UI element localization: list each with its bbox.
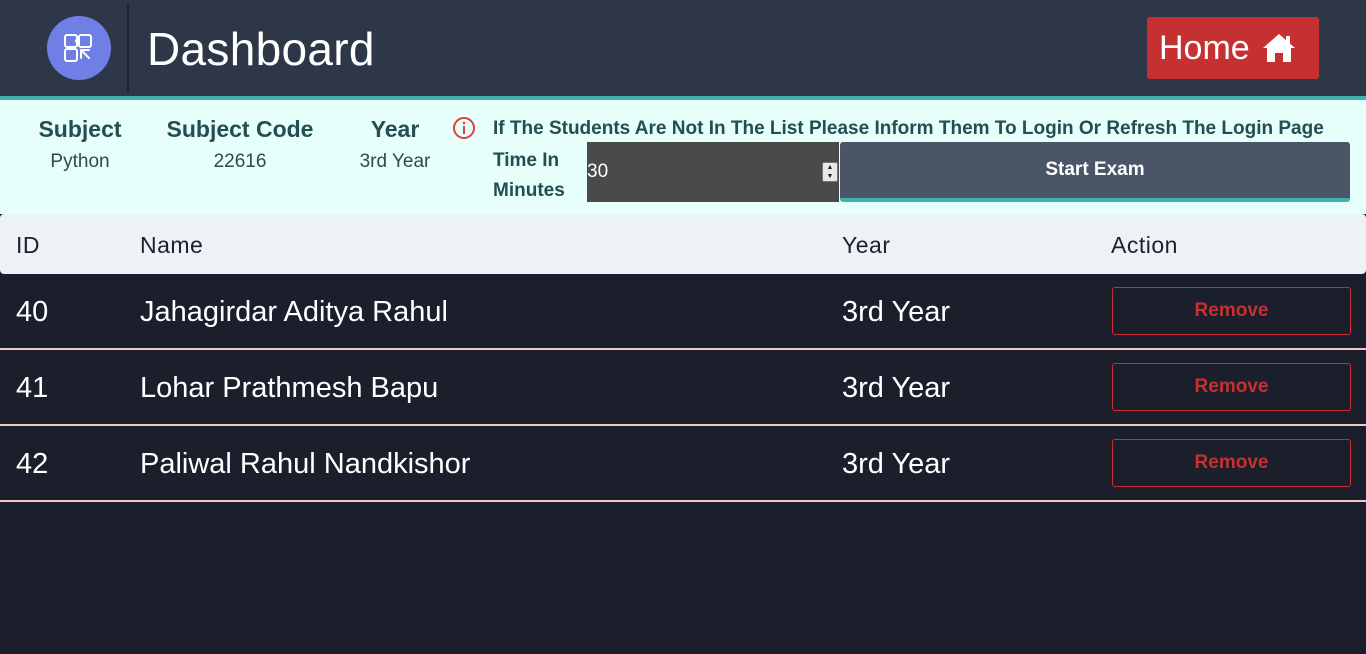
time-spinner[interactable]: ▲ ▼ [822, 162, 838, 182]
subject-label: Subject [38, 116, 122, 142]
time-in-minutes-label: Time In Minutes [493, 150, 565, 201]
time-input-container [587, 142, 839, 202]
home-button[interactable]: Home [1147, 17, 1319, 79]
column-header-action: Action [1111, 232, 1178, 258]
column-header-name: Name [140, 232, 204, 258]
row-name: Jahagirdar Aditya Rahul [140, 296, 448, 328]
year-value: 3rd Year [359, 151, 431, 172]
subject-code-value: 22616 [213, 151, 267, 172]
home-button-label: Home [1159, 28, 1250, 67]
column-header-year: Year [842, 232, 891, 258]
year-label: Year [370, 116, 420, 142]
subject-value: Python [50, 151, 110, 172]
top-header: Dashboard Home [0, 0, 1366, 96]
page-title: Dashboard [147, 23, 375, 75]
house-icon [1262, 32, 1296, 64]
spinner-down-icon[interactable]: ▼ [827, 173, 834, 180]
row-year: 3rd Year [842, 448, 951, 480]
column-header-id: ID [16, 232, 40, 258]
row-id: 42 [16, 448, 49, 480]
row-id: 41 [16, 372, 49, 404]
subject-code-label: Subject Code [166, 116, 314, 142]
login-notice: If The Students Are Not In The List Plea… [493, 118, 1324, 139]
remove-button[interactable]: Remove [1112, 439, 1351, 487]
row-id: 40 [16, 296, 49, 328]
row-year: 3rd Year [842, 372, 951, 404]
subject-info: Subject Python [30, 116, 130, 173]
remove-button[interactable]: Remove [1112, 363, 1351, 411]
start-exam-button[interactable]: Start Exam [840, 142, 1350, 202]
year-info: Year 3rd Year [350, 116, 440, 173]
subject-code-info: Subject Code 22616 [160, 116, 320, 173]
table-row: 42 Paliwal Rahul Nandkishor 3rd Year Rem… [0, 426, 1366, 502]
spinner-up-icon[interactable]: ▲ [827, 164, 834, 171]
remove-button[interactable]: Remove [1112, 287, 1351, 335]
row-name: Lohar Prathmesh Bapu [140, 372, 439, 404]
row-year: 3rd Year [842, 296, 951, 328]
row-name: Paliwal Rahul Nandkishor [140, 448, 471, 480]
header-divider [127, 4, 129, 92]
table-row: 41 Lohar Prathmesh Bapu 3rd Year Remove [0, 350, 1366, 426]
table-header: ID Name Year Action [0, 214, 1366, 274]
info-circle-icon [452, 116, 476, 140]
puzzle-logo-icon [47, 16, 111, 80]
time-minutes-input[interactable] [587, 142, 817, 202]
table-row: 40 Jahagirdar Aditya Rahul 3rd Year Remo… [0, 274, 1366, 350]
